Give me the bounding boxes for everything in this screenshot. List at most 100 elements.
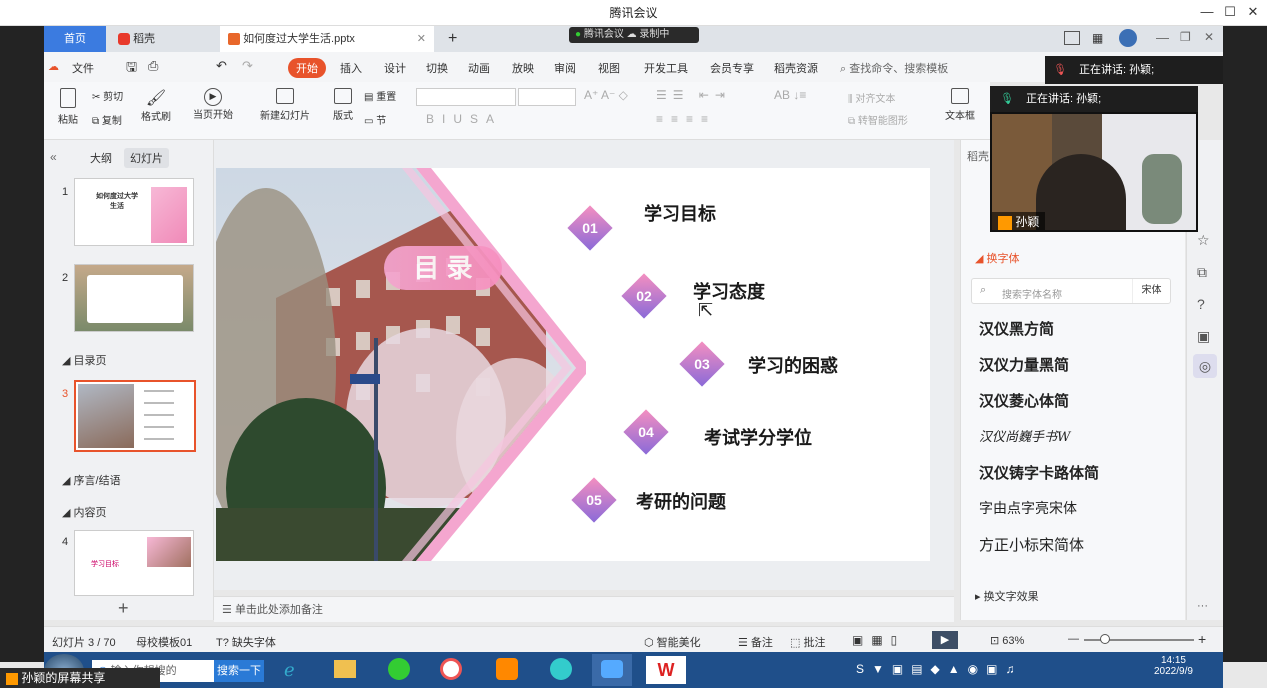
menu-review[interactable]: 审阅	[554, 60, 576, 76]
app-minimize-icon[interactable]: —	[1156, 30, 1169, 45]
master-name[interactable]: 母校模板01	[136, 634, 192, 650]
help-icon[interactable]: ?	[1197, 296, 1205, 312]
section-button[interactable]: ▭ 节	[364, 112, 386, 127]
tray-icons[interactable]: S▼▣▤◆▲◉▣♫	[856, 662, 1022, 676]
menu-resource[interactable]: 稻壳资源	[774, 60, 818, 76]
tab-close-icon[interactable]: ✕	[417, 26, 426, 52]
font-option[interactable]: 汉仪菱心体简	[979, 390, 1069, 411]
section-content[interactable]: ◢ 内容页	[62, 504, 107, 520]
cloud-icon[interactable]: ☁	[48, 60, 59, 73]
menu-file[interactable]: 文件	[72, 60, 94, 76]
folder-icon[interactable]	[334, 660, 356, 678]
new-tab-button[interactable]: +	[440, 26, 457, 52]
more-icon[interactable]: ···	[1197, 600, 1208, 612]
maximize-icon[interactable]: ☐	[1222, 4, 1238, 20]
export-icon[interactable]: ⎙	[148, 58, 158, 74]
clock[interactable]: 14:15 2022/9/9	[1154, 655, 1193, 677]
new-slide-button[interactable]: 新建幻灯片	[254, 88, 316, 122]
browser360-icon[interactable]	[388, 658, 410, 680]
menu-member[interactable]: 会员专享	[710, 60, 754, 76]
font-option[interactable]: 字由点字亮宋体	[979, 498, 1077, 518]
missing-font-button[interactable]: T? 缺失字体	[216, 634, 276, 650]
beautify-button[interactable]: ⬡ 智能美化	[644, 634, 701, 650]
menu-start[interactable]: 开始	[288, 58, 326, 78]
font-search-input[interactable]: ⌕ 搜索字体名称 宋体	[971, 278, 1171, 304]
command-search[interactable]: ⌕ 查找命令、搜索模板	[840, 60, 948, 76]
plus-app-icon[interactable]	[550, 658, 572, 680]
collapse-icon[interactable]: «	[50, 150, 57, 164]
slide-thumb-2[interactable]	[74, 264, 194, 332]
section-preface[interactable]: ◢ 序言/结语	[62, 472, 121, 488]
align-text-button[interactable]: ⫼ 对齐文本	[848, 90, 895, 105]
add-slide-icon[interactable]: +	[118, 598, 129, 619]
slide-canvas[interactable]: 目 录 01 学习目标 02 学习态度 03 学习的困惑 04 考试学分学位 0…	[216, 168, 930, 561]
app-circle-icon[interactable]	[440, 658, 462, 680]
app-restore-icon[interactable]: ❐	[1180, 30, 1191, 44]
meeting-app-icon[interactable]	[592, 654, 632, 686]
font-size-select[interactable]	[518, 88, 576, 106]
image-icon[interactable]: ▣	[1197, 328, 1210, 345]
smart-art-button[interactable]: ⧉ 转智能图形	[848, 112, 908, 127]
align-icons[interactable]: ≡≡≡≡	[656, 112, 716, 126]
layout-icon[interactable]	[1064, 31, 1080, 45]
transform-icon[interactable]: ⧉	[1197, 264, 1207, 281]
slide-thumb-1[interactable]: 如何度过大学生活	[74, 178, 194, 246]
menu-design[interactable]: 设计	[384, 60, 406, 76]
redo-icon[interactable]: ↷	[242, 58, 253, 74]
tab-home[interactable]: 首页	[44, 26, 106, 52]
zoom-in-icon[interactable]: +	[1198, 631, 1206, 647]
menu-switch[interactable]: 切换	[426, 60, 448, 76]
format-painter-button[interactable]: 🖌 格式刷	[140, 88, 172, 123]
menu-dev[interactable]: 开发工具	[644, 60, 688, 76]
reset-button[interactable]: ▤ 重置	[364, 88, 396, 103]
zoom-slider-thumb[interactable]	[1100, 634, 1110, 644]
font-option[interactable]: 汉仪力量黑简	[979, 354, 1069, 375]
media-icon[interactable]	[496, 658, 518, 680]
tab-outline[interactable]: 大纲	[90, 150, 112, 166]
textbox-button[interactable]: 文本框	[940, 88, 980, 122]
tab-daoke[interactable]: 稻壳	[110, 26, 210, 52]
section-catalog[interactable]: ◢ 目录页	[62, 352, 107, 368]
grid-icon[interactable]: ▦	[1092, 31, 1103, 45]
notes-area[interactable]: ☰ 单击此处添加备注	[214, 596, 954, 622]
star-icon[interactable]: ☆	[1197, 232, 1210, 249]
app-close-icon[interactable]: ✕	[1204, 30, 1214, 44]
close-icon[interactable]: ✕	[1245, 4, 1261, 20]
tab-file[interactable]: 如何度过大学生活.pptx ✕	[220, 26, 434, 52]
list-icons[interactable]: ☰☰ ⇤⇥	[656, 88, 731, 102]
direction-icons[interactable]: AB ↓≡	[774, 88, 806, 102]
slideshow-play-icon[interactable]: ▶	[932, 631, 958, 649]
location-icon[interactable]: ◎	[1193, 354, 1217, 378]
zoom-out-icon[interactable]: —	[1068, 633, 1079, 645]
current-font[interactable]: 宋体	[1132, 279, 1170, 303]
taskbar-search-button[interactable]: 搜索一下	[214, 660, 264, 682]
copy-button[interactable]: ⧉ 复制	[92, 112, 122, 127]
font-section-header[interactable]: ◢ 换字体	[975, 250, 1020, 266]
avatar[interactable]	[1119, 29, 1137, 47]
slide-thumb-3[interactable]	[74, 380, 196, 452]
minimize-icon[interactable]: —	[1199, 4, 1215, 19]
font-option[interactable]: 汉仪铸字卡路体简	[979, 462, 1099, 483]
wps-icon[interactable]: W	[646, 656, 686, 684]
save-icon[interactable]: 🖫	[126, 58, 137, 80]
font-option[interactable]: 方正小标宋简体	[979, 534, 1084, 555]
menu-show[interactable]: 放映	[512, 60, 534, 76]
text-effects-header[interactable]: ▸ 换文字效果	[975, 588, 1039, 604]
font-grow-icon[interactable]: A⁺ A⁻ ◇	[584, 88, 628, 102]
font-style-icons[interactable]: BIUSA	[426, 112, 502, 126]
comment-button[interactable]: ⬚ 批注	[790, 634, 825, 650]
participant-video[interactable]: 孙颖	[990, 112, 1198, 232]
undo-icon[interactable]: ↶	[216, 58, 227, 74]
tab-slides[interactable]: 幻灯片	[124, 148, 169, 168]
font-family-select[interactable]	[416, 88, 516, 106]
font-option[interactable]: 汉仪尚巍手书W	[979, 426, 1070, 445]
font-option[interactable]: 汉仪黑方简	[979, 318, 1054, 339]
menu-insert[interactable]: 插入	[340, 60, 362, 76]
paste-button[interactable]: 粘贴	[54, 88, 82, 126]
menu-animation[interactable]: 动画	[468, 60, 490, 76]
layout-button[interactable]: 版式	[326, 88, 360, 122]
slide-thumb-4[interactable]: 学习目标	[74, 530, 194, 596]
notes-button[interactable]: ☰ 备注	[738, 634, 773, 650]
cut-button[interactable]: ✂ 剪切	[92, 88, 123, 103]
ie-icon[interactable]: ℯ	[284, 660, 295, 681]
